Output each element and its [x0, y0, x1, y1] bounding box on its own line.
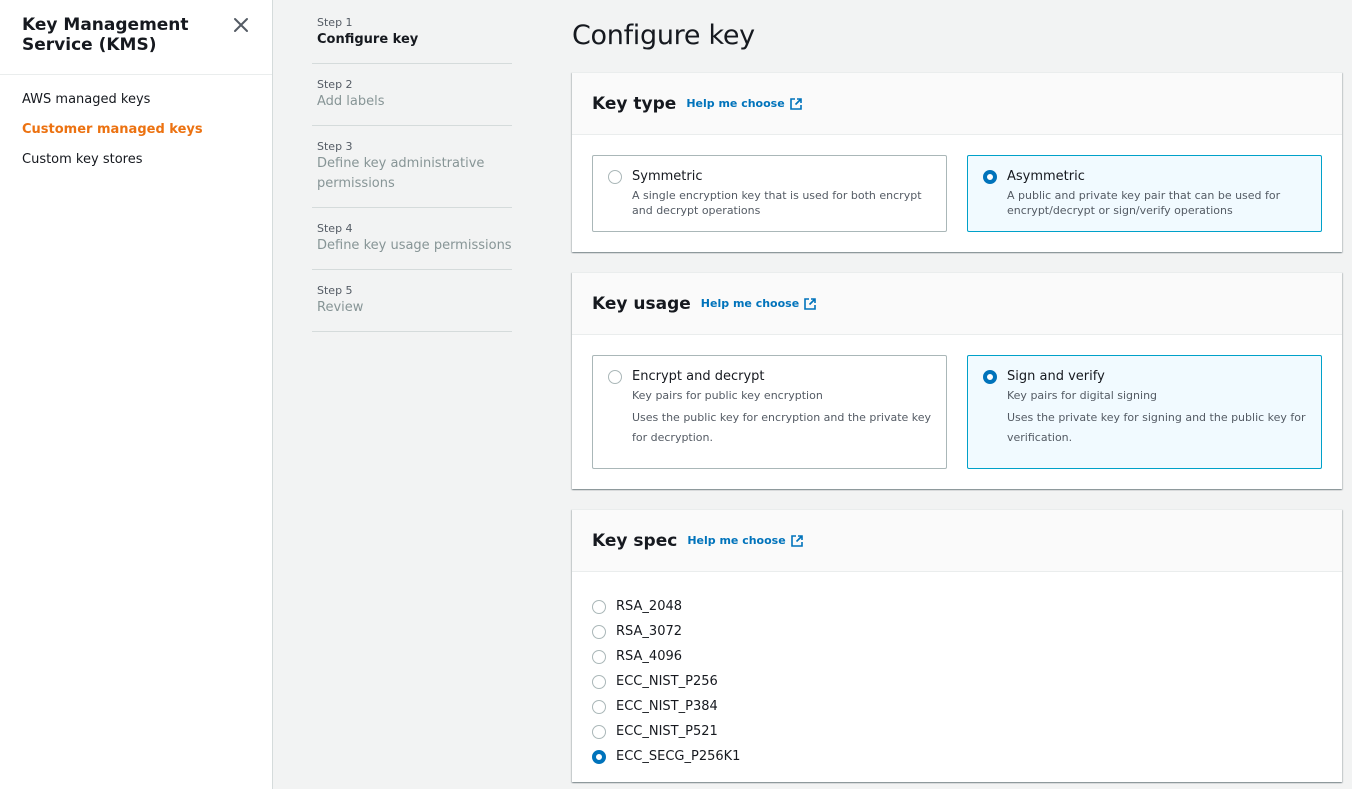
tile-title: Symmetric	[632, 169, 703, 184]
radio-button[interactable]	[592, 599, 606, 614]
radio-label[interactable]: ECC_SECG_P256K1	[616, 749, 740, 764]
radio-button[interactable]	[592, 624, 606, 639]
radio-button[interactable]	[608, 170, 622, 184]
radio-button[interactable]	[592, 649, 606, 664]
key-type-panel: Key type Help me choose Symmetric A sing…	[572, 72, 1342, 252]
key-spec-option[interactable]: ECC_SECG_P256K1	[592, 744, 1322, 769]
key-type-symmetric-tile[interactable]: Symmetric A single encryption key that i…	[592, 155, 947, 232]
tile-description: Key pairs for public key encryption	[632, 389, 823, 402]
key-usage-encrypt-decrypt-tile[interactable]: Encrypt and decrypt Key pairs for public…	[592, 355, 947, 469]
radio-button[interactable]	[983, 370, 997, 384]
step-number: Step 2	[317, 78, 353, 91]
radio-label[interactable]: ECC_NIST_P256	[616, 674, 718, 689]
panel-title: Key type	[592, 93, 677, 114]
tile-detail: Uses the private key for signing and the…	[1007, 411, 1306, 444]
key-spec-option[interactable]: ECC_NIST_P521	[592, 719, 1322, 744]
step-number: Step 5	[317, 284, 353, 297]
key-usage-sign-verify-tile[interactable]: Sign and verify Key pairs for digital si…	[967, 355, 1322, 469]
step-1: Step 1 Configure key	[312, 0, 512, 64]
panel-header: Key spec Help me choose	[572, 510, 1342, 572]
key-type-asymmetric-tile[interactable]: Asymmetric A public and private key pair…	[967, 155, 1322, 232]
step-5: Step 5 Review	[312, 270, 512, 332]
step-4: Step 4 Define key usage permissions	[312, 208, 512, 270]
panel-header: Key usage Help me choose	[572, 273, 1342, 335]
key-spec-option[interactable]: ECC_NIST_P384	[592, 694, 1322, 719]
help-link-label[interactable]: Help me choose	[686, 97, 784, 110]
sidebar-header: Key Management Service (KMS)	[0, 0, 272, 75]
side-navigation: Key Management Service (KMS) AWS managed…	[0, 0, 273, 789]
step-number: Step 3	[317, 140, 353, 153]
step-label[interactable]: Define key administrative permissions	[317, 154, 512, 194]
sidebar-item-customer-managed-keys[interactable]: Customer managed keys	[0, 122, 272, 152]
sidebar-item-custom-key-stores[interactable]: Custom key stores	[0, 152, 272, 182]
key-spec-option[interactable]: RSA_3072	[592, 619, 1322, 644]
step-2: Step 2 Add labels	[312, 64, 512, 126]
tile-title: Encrypt and decrypt	[632, 369, 765, 384]
tile-detail: Uses the public key for encryption and t…	[632, 411, 932, 444]
external-link-icon	[790, 534, 803, 547]
radio-button[interactable]	[592, 674, 606, 689]
key-usage-tiles: Encrypt and decrypt Key pairs for public…	[572, 335, 1342, 489]
panel-header: Key type Help me choose	[572, 73, 1342, 135]
key-usage-panel: Key usage Help me choose Encrypt and dec…	[572, 272, 1342, 489]
step-label[interactable]: Define key usage permissions	[317, 236, 512, 256]
key-spec-option[interactable]: RSA_2048	[592, 594, 1322, 619]
tile-description: A public and private key pair that can b…	[1007, 189, 1281, 217]
help-link-label[interactable]: Help me choose	[701, 297, 799, 310]
help-link-label[interactable]: Help me choose	[687, 534, 785, 547]
radio-label[interactable]: RSA_2048	[616, 599, 682, 614]
step-label[interactable]: Add labels	[317, 92, 512, 112]
radio-button[interactable]	[608, 370, 622, 384]
panel-title: Key usage	[592, 293, 691, 314]
step-label: Configure key	[317, 32, 419, 47]
radio-button[interactable]	[983, 170, 997, 184]
tile-description: A single encryption key that is used for…	[632, 189, 922, 217]
tile-title: Sign and verify	[1007, 369, 1105, 384]
sidebar-item-aws-managed-keys[interactable]: AWS managed keys	[0, 92, 272, 122]
key-spec-option[interactable]: ECC_NIST_P256	[592, 669, 1322, 694]
key-spec-radio-group: RSA_2048 RSA_3072 RSA_4096 ECC_NIST_P256…	[572, 572, 1342, 785]
sidebar-title[interactable]: Key Management Service (KMS)	[22, 15, 222, 55]
key-type-tiles: Symmetric A single encryption key that i…	[572, 135, 1342, 252]
step-number: Step 4	[317, 222, 353, 235]
radio-button[interactable]	[592, 749, 606, 764]
external-link-icon	[789, 97, 802, 110]
help-me-choose-link[interactable]: Help me choose	[701, 297, 817, 311]
tile-description: Key pairs for digital signing	[1007, 389, 1158, 402]
radio-button[interactable]	[592, 724, 606, 739]
panel-title: Key spec	[592, 530, 678, 551]
help-me-choose-link[interactable]: Help me choose	[687, 534, 803, 548]
step-number: Step 1	[317, 16, 353, 29]
radio-label[interactable]: ECC_NIST_P521	[616, 724, 718, 739]
sidebar-nav: AWS managed keys Customer managed keys C…	[0, 75, 272, 182]
step-3: Step 3 Define key administrative permiss…	[312, 126, 512, 208]
radio-label[interactable]: ECC_NIST_P384	[616, 699, 718, 714]
external-link-icon	[804, 297, 816, 310]
key-spec-option[interactable]: RSA_4096	[592, 644, 1322, 669]
page-title: Configure key	[572, 20, 755, 51]
tile-title: Asymmetric	[1007, 169, 1085, 184]
close-icon[interactable]	[232, 16, 250, 34]
radio-label[interactable]: RSA_4096	[616, 649, 682, 664]
step-label[interactable]: Review	[317, 298, 512, 318]
radio-button[interactable]	[592, 699, 606, 714]
wizard-steps: Step 1 Configure key Step 2 Add labels S…	[312, 0, 512, 332]
help-me-choose-link[interactable]: Help me choose	[686, 97, 802, 111]
radio-label[interactable]: RSA_3072	[616, 624, 682, 639]
key-spec-panel: Key spec Help me choose RSA_2048 RSA_307…	[572, 509, 1342, 782]
